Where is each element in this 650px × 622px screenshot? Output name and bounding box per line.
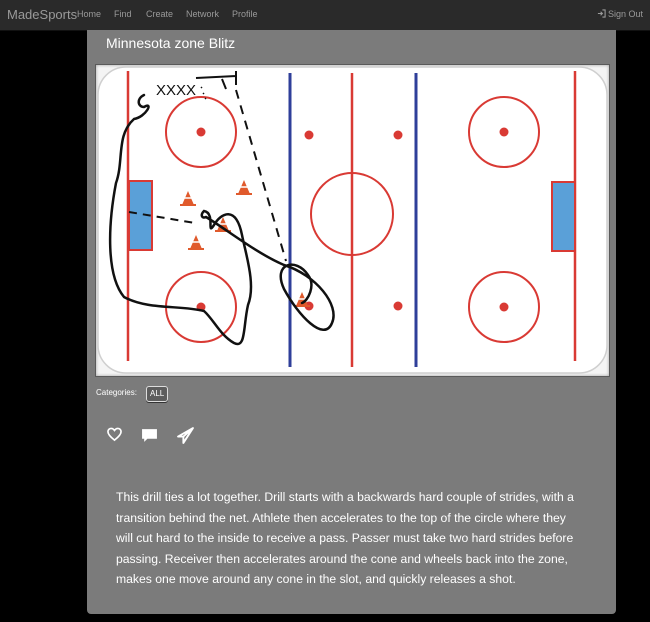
rink-svg: XXXX: [97, 66, 608, 374]
faceoff-dot: [304, 130, 314, 140]
send-icon[interactable]: [177, 427, 194, 449]
faceoff-dot: [196, 127, 206, 137]
faceoff-dot: [393, 130, 403, 140]
drill-title: Minnesota zone Blitz: [106, 35, 236, 51]
brand-logo[interactable]: MadeSports: [7, 7, 77, 22]
goal-crease-right: [551, 181, 576, 252]
drill-diagram: XXXX: [95, 64, 610, 377]
category-all-badge[interactable]: ALL: [146, 386, 169, 402]
nav-find[interactable]: Find: [114, 9, 132, 19]
sign-out-label: Sign Out: [607, 9, 643, 19]
heart-icon[interactable]: [107, 427, 122, 447]
top-navbar: MadeSports Home Find Create Network Prof…: [0, 0, 650, 31]
drill-description: This drill ties a lot together. Drill st…: [116, 490, 574, 587]
nav-profile[interactable]: Profile: [232, 9, 258, 19]
players-label: XXXX: [156, 82, 196, 99]
nav-create[interactable]: Create: [146, 9, 173, 19]
categories-label: Categories:: [96, 388, 137, 397]
sign-in-icon: [597, 9, 606, 18]
nav-network[interactable]: Network: [186, 9, 219, 19]
faceoff-dot: [499, 127, 509, 137]
nav-home[interactable]: Home: [77, 9, 101, 19]
faceoff-dot: [393, 301, 403, 311]
faceoff-dot: [499, 302, 509, 312]
comment-icon[interactable]: [141, 427, 158, 449]
sign-out-link[interactable]: Sign Out: [597, 9, 643, 19]
